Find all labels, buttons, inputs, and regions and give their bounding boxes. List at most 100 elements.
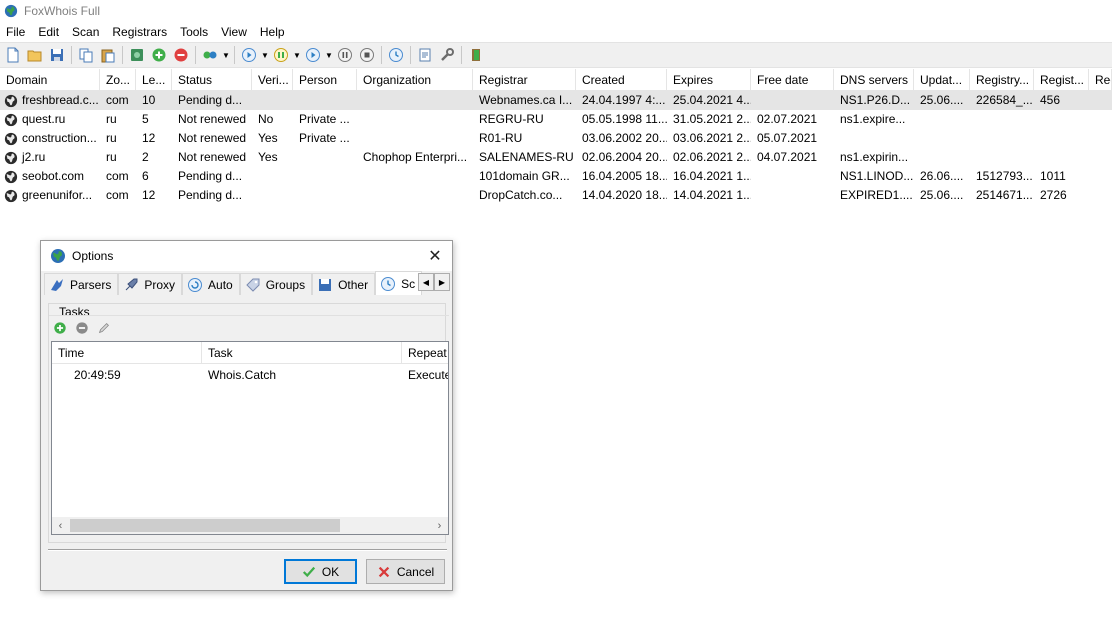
column-header-registrar[interactable]: Registrar: [473, 69, 576, 91]
pause-scan-dropdown[interactable]: ▼: [292, 44, 302, 66]
menu-scan[interactable]: Scan: [66, 22, 106, 42]
table-row[interactable]: seobot.com com 6 Pending d... 101domain …: [0, 167, 1112, 186]
settings-button[interactable]: [436, 44, 458, 66]
scrollbar-thumb[interactable]: [70, 519, 340, 532]
tab-auto[interactable]: Auto: [182, 273, 240, 295]
column-header-verified[interactable]: Veri...: [252, 69, 293, 91]
connect-button[interactable]: [199, 44, 221, 66]
column-header-registry[interactable]: Registry...: [970, 69, 1034, 91]
tab-label: Sc: [401, 276, 416, 291]
table-cell: 2726: [1040, 188, 1067, 202]
table-cell: 14.04.2020 18...: [582, 188, 667, 202]
table-cell: ns1.expire...: [840, 112, 906, 126]
save-button[interactable]: [46, 44, 68, 66]
play-button[interactable]: [302, 44, 324, 66]
table-cell: 2514671...: [976, 188, 1033, 202]
table-row[interactable]: freshbread.c... com 10 Pending d... Webn…: [0, 91, 1112, 110]
table-row[interactable]: j2.ru ru 2 Not renewed Yes Chophop Enter…: [0, 148, 1112, 167]
column-header-created[interactable]: Created: [576, 69, 667, 91]
column-header-task[interactable]: Task: [202, 342, 402, 364]
menu-help[interactable]: Help: [254, 22, 292, 42]
add-task-button[interactable]: [49, 317, 71, 339]
column-header-length[interactable]: Le...: [136, 69, 172, 91]
task-time: 20:49:59: [74, 368, 121, 382]
table-cell: Private ...: [299, 112, 350, 126]
open-button[interactable]: [24, 44, 46, 66]
import-button[interactable]: [126, 44, 148, 66]
ok-button[interactable]: OK: [284, 559, 357, 584]
schedule-button[interactable]: [385, 44, 407, 66]
edit-task-button[interactable]: [93, 317, 115, 339]
remove-button[interactable]: [170, 44, 192, 66]
stop-button[interactable]: [356, 44, 378, 66]
pause-button[interactable]: [334, 44, 356, 66]
cancel-button[interactable]: Cancel: [366, 559, 445, 584]
exit-button[interactable]: [465, 44, 487, 66]
horizontal-scrollbar[interactable]: ‹ ›: [52, 517, 448, 534]
column-header-free-date[interactable]: Free date: [751, 69, 834, 91]
column-header-updated[interactable]: Updat...: [914, 69, 970, 91]
pause-scan-button[interactable]: [270, 44, 292, 66]
tab-scroll-right[interactable]: ▶: [434, 273, 450, 291]
paste-button[interactable]: [97, 44, 119, 66]
table-cell: 2: [142, 150, 149, 164]
tab-scheduler[interactable]: Sc: [375, 271, 423, 295]
scroll-right-button[interactable]: ›: [431, 517, 448, 534]
list-item[interactable]: 20:49:59 Whois.Catch Execute: [52, 364, 448, 386]
chevron-left-icon: ◀: [422, 277, 430, 287]
table-cell: 02.07.2021: [757, 112, 818, 126]
column-header-repeat[interactable]: Repeat: [402, 342, 448, 364]
column-header-status[interactable]: Status: [172, 69, 252, 91]
column-header-domain[interactable]: Domain: [0, 69, 100, 91]
tag-icon: [246, 278, 260, 292]
column-header-dns-servers[interactable]: DNS servers: [834, 69, 914, 91]
menu-view[interactable]: View: [215, 22, 254, 42]
tab-parsers[interactable]: Parsers: [44, 273, 119, 295]
column-header-organization[interactable]: Organization: [357, 69, 473, 91]
task-name: Whois.Catch: [208, 368, 277, 382]
table-cell: Pending d...: [178, 169, 243, 183]
start-dropdown[interactable]: ▼: [260, 44, 270, 66]
domain-name: j2.ru: [22, 150, 46, 164]
table-row[interactable]: construction... ru 12 Not renewed Yes Pr…: [0, 129, 1112, 148]
menu-file[interactable]: File: [0, 22, 32, 42]
start-button[interactable]: [238, 44, 260, 66]
column-header-zone[interactable]: Zo...: [100, 69, 136, 91]
report-button[interactable]: [414, 44, 436, 66]
column-header-rec[interactable]: Rec: [1089, 69, 1112, 91]
table-cell: 03.06.2021 2...: [673, 131, 751, 145]
stop-icon: [360, 48, 374, 62]
tab-proxy[interactable]: Proxy: [118, 273, 183, 295]
connect-dropdown[interactable]: ▼: [221, 44, 231, 66]
table-cell: [1089, 167, 1112, 186]
menu-registrars[interactable]: Registrars: [106, 22, 174, 42]
auto-icon: [188, 277, 203, 292]
dialog-title-bar: Options ✕: [41, 241, 452, 271]
column-header-expires[interactable]: Expires: [667, 69, 751, 91]
table-row[interactable]: quest.ru ru 5 Not renewed No Private ...…: [0, 110, 1112, 129]
table-cell: 16.04.2005 18...: [582, 169, 667, 183]
globe-icon: [4, 189, 18, 202]
tab-groups[interactable]: Groups: [239, 273, 313, 295]
play-dropdown[interactable]: ▼: [324, 44, 334, 66]
table-cell: 05.05.1998 11...: [582, 112, 667, 126]
column-header-person[interactable]: Person: [293, 69, 357, 91]
new-file-button[interactable]: [2, 44, 24, 66]
scrollbar-track[interactable]: [69, 517, 431, 534]
tab-other[interactable]: Other: [312, 273, 376, 295]
play-icon: [306, 48, 320, 62]
column-header-registrant[interactable]: Regist...: [1034, 69, 1089, 91]
table-row[interactable]: greenunifor... com 12 Pending d... DropC…: [0, 186, 1112, 205]
table-cell: R01-RU: [479, 131, 523, 145]
close-button[interactable]: ✕: [424, 245, 446, 267]
column-header-time[interactable]: Time: [52, 342, 202, 364]
domain-name: construction...: [22, 131, 97, 145]
remove-task-button[interactable]: [71, 317, 93, 339]
add-button[interactable]: [148, 44, 170, 66]
copy-button[interactable]: [75, 44, 97, 66]
chevron-right-icon: ›: [437, 519, 442, 532]
menu-edit[interactable]: Edit: [32, 22, 66, 42]
tab-scroll-left[interactable]: ◀: [418, 273, 434, 291]
scroll-left-button[interactable]: ‹: [52, 517, 69, 534]
menu-tools[interactable]: Tools: [174, 22, 215, 42]
